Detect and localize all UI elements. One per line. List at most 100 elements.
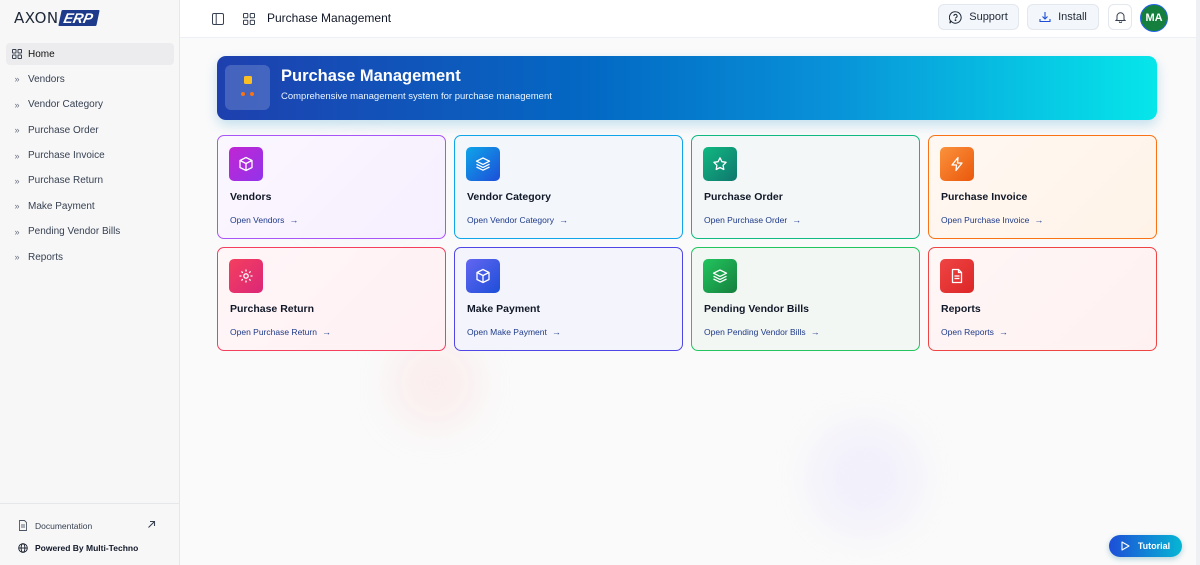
sidebar-item-home[interactable]: Home bbox=[6, 43, 174, 65]
card-open-link[interactable]: Open Make Payment → bbox=[467, 327, 561, 337]
background-decoration bbox=[390, 338, 480, 428]
sidebar-item-label: Make Payment bbox=[28, 200, 95, 212]
documentation-label: Documentation bbox=[35, 520, 93, 531]
sidebar-item-reports[interactable]: » Reports bbox=[6, 246, 174, 268]
arrow-right-icon: → bbox=[810, 327, 820, 337]
bell-icon bbox=[1114, 12, 1126, 23]
box-icon bbox=[466, 259, 500, 293]
card-title: Purchase Order bbox=[704, 191, 783, 203]
box-icon bbox=[229, 147, 263, 181]
download-icon bbox=[1039, 12, 1051, 23]
sidebar: AXON ERP Home » Vendors » Vendor Categor… bbox=[0, 0, 180, 565]
page-title: Purchase Management bbox=[267, 11, 392, 25]
card-title: Pending Vendor Bills bbox=[704, 303, 810, 315]
arrow-right-icon: → bbox=[792, 215, 802, 225]
scrollbar[interactable] bbox=[1196, 0, 1200, 565]
support-button[interactable]: Support bbox=[938, 4, 1019, 30]
card-open-link[interactable]: Open Pending Vendor Bills → bbox=[704, 327, 820, 337]
card-link-label: Open Purchase Invoice bbox=[941, 215, 1030, 225]
tutorial-label: Tutorial bbox=[1137, 541, 1171, 551]
arrow-right-icon: → bbox=[1034, 215, 1044, 225]
card-reports[interactable]: Reports Open Reports → bbox=[928, 247, 1157, 351]
card-make-payment[interactable]: Make Payment Open Make Payment → bbox=[454, 247, 683, 351]
background-decoration bbox=[810, 423, 920, 533]
card-title: Purchase Return bbox=[230, 303, 315, 315]
card-vendor-category[interactable]: Vendor Category Open Vendor Category → bbox=[454, 135, 683, 239]
grid-icon[interactable] bbox=[243, 12, 255, 25]
module-icon bbox=[225, 65, 270, 110]
card-open-link[interactable]: Open Purchase Invoice → bbox=[941, 215, 1043, 225]
app-logo[interactable]: AXON ERP bbox=[14, 9, 100, 27]
sidebar-item-make-payment[interactable]: » Make Payment bbox=[6, 195, 174, 217]
card-title: Reports bbox=[941, 303, 981, 315]
top-bar: Purchase Management Support Install MA bbox=[180, 0, 1196, 38]
play-icon bbox=[1121, 541, 1130, 551]
zap-icon bbox=[940, 147, 974, 181]
powered-by-label: Powered By Multi-Techno bbox=[35, 543, 139, 553]
install-button[interactable]: Install bbox=[1027, 4, 1099, 30]
sidebar-item-label: Vendors bbox=[28, 73, 65, 85]
sidebar-item-label: Purchase Invoice bbox=[28, 150, 105, 162]
star-icon bbox=[703, 147, 737, 181]
card-link-label: Open Reports bbox=[941, 327, 994, 337]
chevrons-right-icon: » bbox=[14, 201, 20, 212]
help-circle-icon bbox=[949, 10, 962, 24]
card-open-link[interactable]: Open Purchase Order → bbox=[704, 215, 801, 225]
grid-icon bbox=[12, 49, 22, 59]
powered-by: Powered By Multi-Techno bbox=[18, 543, 138, 553]
module-banner: Purchase Management Comprehensive manage… bbox=[217, 56, 1157, 120]
card-purchase-return[interactable]: Purchase Return Open Purchase Return → bbox=[217, 247, 446, 351]
card-link-label: Open Purchase Order bbox=[704, 215, 788, 225]
banner-subtitle: Comprehensive management system for purc… bbox=[281, 91, 552, 102]
sidebar-item-label: Vendor Category bbox=[28, 99, 104, 111]
card-vendors[interactable]: Vendors Open Vendors → bbox=[217, 135, 446, 239]
sidebar-item-label: Purchase Order bbox=[28, 124, 99, 136]
card-title: Vendor Category bbox=[467, 191, 552, 203]
avatar[interactable]: MA bbox=[1140, 4, 1168, 32]
chevrons-right-icon: » bbox=[14, 125, 20, 136]
sidebar-item-vendors[interactable]: » Vendors bbox=[6, 68, 174, 90]
chevrons-right-icon: » bbox=[14, 99, 20, 110]
tutorial-button[interactable]: Tutorial bbox=[1109, 535, 1182, 557]
sidebar-footer: Documentation Powered By Multi-Techno bbox=[0, 503, 180, 565]
arrow-right-icon: → bbox=[289, 215, 299, 225]
file-icon bbox=[940, 259, 974, 293]
sidebar-item-purchase-invoice[interactable]: » Purchase Invoice bbox=[6, 145, 174, 167]
card-link-label: Open Vendor Category bbox=[467, 215, 554, 225]
card-open-link[interactable]: Open Vendors → bbox=[230, 215, 298, 225]
documentation-link[interactable]: Documentation bbox=[18, 520, 163, 531]
install-label: Install bbox=[1058, 11, 1087, 23]
card-purchase-order[interactable]: Purchase Order Open Purchase Order → bbox=[691, 135, 920, 239]
sidebar-item-vendor-category[interactable]: » Vendor Category bbox=[6, 94, 174, 116]
sidebar-item-purchase-order[interactable]: » Purchase Order bbox=[6, 119, 174, 141]
support-label: Support bbox=[969, 11, 1008, 23]
external-link-icon bbox=[148, 520, 156, 528]
sidebar-item-label: Pending Vendor Bills bbox=[28, 226, 121, 238]
sidebar-item-purchase-return[interactable]: » Purchase Return bbox=[6, 170, 174, 192]
sidebar-item-pending-vendor-bills[interactable]: » Pending Vendor Bills bbox=[6, 221, 174, 243]
card-open-link[interactable]: Open Vendor Category → bbox=[467, 215, 568, 225]
card-link-label: Open Vendors bbox=[230, 215, 285, 225]
notifications-button[interactable] bbox=[1108, 4, 1132, 30]
main-content: Purchase Management Comprehensive manage… bbox=[180, 38, 1196, 565]
sidebar-item-label: Reports bbox=[28, 251, 64, 263]
card-purchase-invoice[interactable]: Purchase Invoice Open Purchase Invoice → bbox=[928, 135, 1157, 239]
card-open-link[interactable]: Open Purchase Return → bbox=[230, 327, 331, 337]
card-pending-vendor-bills[interactable]: Pending Vendor Bills Open Pending Vendor… bbox=[691, 247, 920, 351]
card-link-label: Open Make Payment bbox=[467, 327, 547, 337]
sidebar-item-label: Home bbox=[28, 48, 55, 60]
card-link-label: Open Pending Vendor Bills bbox=[704, 327, 806, 337]
card-title: Vendors bbox=[230, 191, 272, 203]
chevrons-right-icon: » bbox=[14, 252, 20, 263]
sidebar-nav: Home » Vendors » Vendor Category » Purch… bbox=[6, 43, 174, 272]
globe-icon bbox=[18, 543, 28, 553]
sidebar-item-label: Purchase Return bbox=[28, 175, 104, 187]
logo-badge: ERP bbox=[57, 10, 100, 26]
arrow-right-icon: → bbox=[551, 327, 561, 337]
card-open-link[interactable]: Open Reports → bbox=[941, 327, 1008, 337]
gear-icon bbox=[229, 259, 263, 293]
layers-icon bbox=[466, 147, 500, 181]
document-icon bbox=[19, 520, 27, 531]
sidebar-toggle-icon[interactable] bbox=[212, 12, 224, 25]
chevrons-right-icon: » bbox=[14, 150, 20, 161]
